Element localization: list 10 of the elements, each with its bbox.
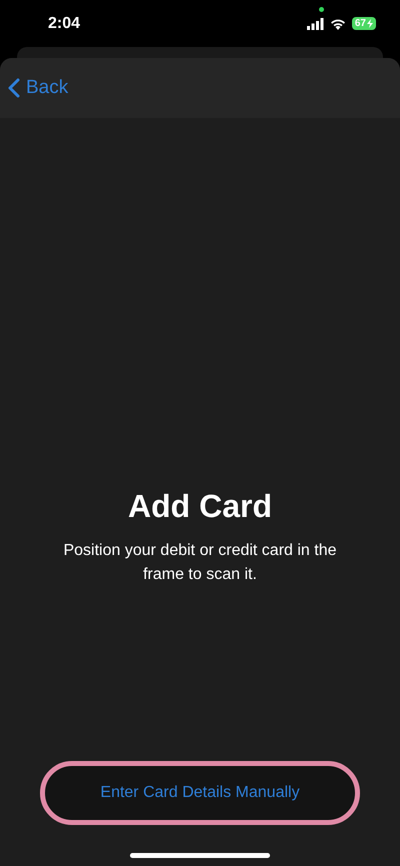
battery-icon: 67 — [352, 17, 376, 30]
wifi-icon — [330, 18, 346, 30]
instruction-text: Position your debit or credit card in the frame to scan it. — [62, 541, 338, 585]
camera-indicator-icon — [319, 7, 324, 12]
chevron-left-icon — [8, 78, 20, 98]
signal-icon — [306, 18, 324, 30]
status-time: 2:04 — [48, 14, 80, 32]
back-button[interactable]: Back — [8, 77, 68, 99]
page-title: Add Card — [128, 488, 272, 525]
enter-manually-button[interactable]: Enter Card Details Manually — [40, 761, 360, 825]
